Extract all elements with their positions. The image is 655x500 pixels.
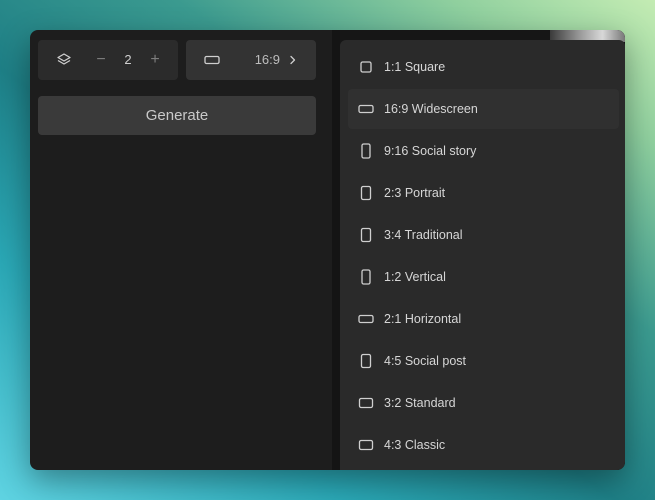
aspect-option-label: 9:16 Social story (384, 144, 477, 158)
aspect-ratio-menu: 1:1 Square 16:9 Widescreen 9:16 Social sto… (340, 40, 625, 470)
aspect-option-label: 1:2 Vertical (384, 270, 446, 284)
wide-ratio-icon (358, 104, 374, 114)
portrait-ratio-icon (360, 227, 372, 243)
aspect-option-label: 16:9 Widescreen (384, 102, 478, 116)
aspect-option[interactable]: 4:5 Social post (348, 341, 619, 381)
tall-ratio-icon (361, 143, 371, 159)
layers-icon (57, 53, 71, 65)
aspect-option-label: 4:3 Classic (384, 438, 446, 452)
aspect-option[interactable]: 9:16 Social story (348, 131, 619, 171)
image-count-control: − 2 + (38, 40, 178, 80)
landscape-ratio-icon (358, 397, 374, 409)
chevron-right-icon (290, 55, 296, 65)
aspect-option-label: 2:1 Horizontal (384, 312, 462, 326)
aspect-option[interactable]: 3:4 Traditional (348, 215, 619, 255)
tall-ratio-icon (361, 269, 371, 285)
square-ratio-icon (360, 61, 372, 73)
panel-divider (332, 30, 340, 470)
aspect-option[interactable]: 16:9 Widescreen (348, 89, 619, 129)
aspect-option-label: 2:3 Portrait (384, 186, 446, 200)
wide-ratio-icon (204, 55, 220, 65)
aspect-option[interactable]: 3:2 Standard (348, 383, 619, 423)
decrement-button[interactable]: − (91, 50, 111, 70)
portrait-ratio-icon (360, 185, 372, 201)
aspect-option[interactable]: 1:1 Square (348, 47, 619, 87)
aspect-option-label: 3:4 Traditional (384, 228, 463, 242)
aspect-option-label: 1:1 Square (384, 60, 446, 74)
aspect-ratio-selector[interactable]: 16:9 (186, 40, 316, 80)
aspect-option[interactable]: 2:3 Portrait (348, 173, 619, 213)
aspect-ratio-value: 16:9 (254, 52, 280, 67)
wide-ratio-icon (358, 314, 374, 324)
aspect-option[interactable]: 2:1 Horizontal (348, 299, 619, 339)
aspect-option-label: 4:5 Social post (384, 354, 466, 368)
increment-button[interactable]: + (145, 50, 165, 70)
generate-button[interactable]: Generate (38, 96, 316, 135)
app-window: − 2 + 16:9 Generate 1:1 Square 16:9 Wides… (30, 30, 625, 470)
aspect-option[interactable]: 4:3 Classic (348, 425, 619, 465)
aspect-option[interactable]: 1:2 Vertical (348, 257, 619, 297)
aspect-option-label: 3:2 Standard (384, 396, 456, 410)
image-count-value: 2 (124, 52, 132, 67)
portrait-ratio-icon (360, 353, 372, 369)
landscape-ratio-icon (358, 439, 374, 451)
